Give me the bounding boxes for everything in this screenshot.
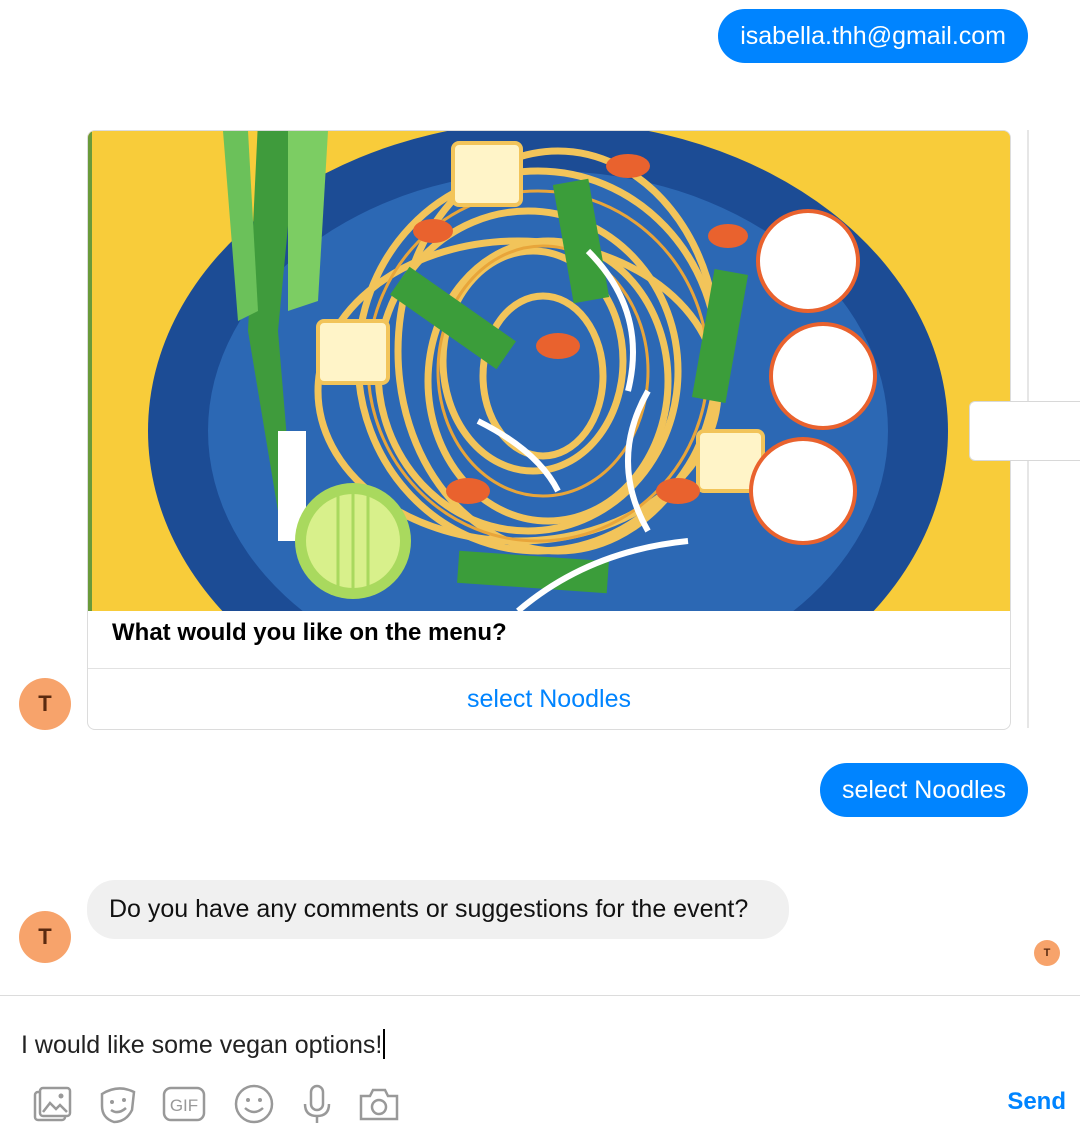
- bot-avatar: T: [19, 911, 71, 963]
- gif-icon[interactable]: GIF: [162, 1082, 206, 1126]
- gif-label: GIF: [170, 1096, 198, 1115]
- user-message-email: isabella.thh@gmail.com: [718, 9, 1028, 63]
- bot-message-comments: Do you have any comments or suggestions …: [87, 880, 789, 939]
- card-title: What would you like on the menu?: [112, 619, 507, 646]
- composer-divider: [0, 995, 1080, 996]
- menu-card: What would you like on the menu? select …: [87, 130, 1011, 730]
- message-input-text: I would like some vegan options!: [21, 1031, 383, 1059]
- camera-icon[interactable]: [357, 1082, 401, 1126]
- send-button[interactable]: Send: [1007, 1088, 1066, 1116]
- user-message-noodles: select Noodles: [820, 763, 1028, 817]
- message-input[interactable]: I would like some vegan options!: [21, 1028, 386, 1062]
- bot-avatar: T: [19, 678, 71, 730]
- sticker-icon[interactable]: [96, 1082, 140, 1126]
- select-noodles-button[interactable]: select Noodles: [88, 669, 1010, 729]
- emoji-icon[interactable]: [232, 1082, 276, 1126]
- text-caret: [383, 1029, 386, 1059]
- photo-icon[interactable]: [30, 1082, 74, 1126]
- microphone-icon[interactable]: [295, 1082, 339, 1126]
- read-receipt-avatar: T: [1034, 940, 1060, 966]
- noodles-image: [88, 131, 1010, 611]
- next-card-preview[interactable]: [969, 401, 1080, 461]
